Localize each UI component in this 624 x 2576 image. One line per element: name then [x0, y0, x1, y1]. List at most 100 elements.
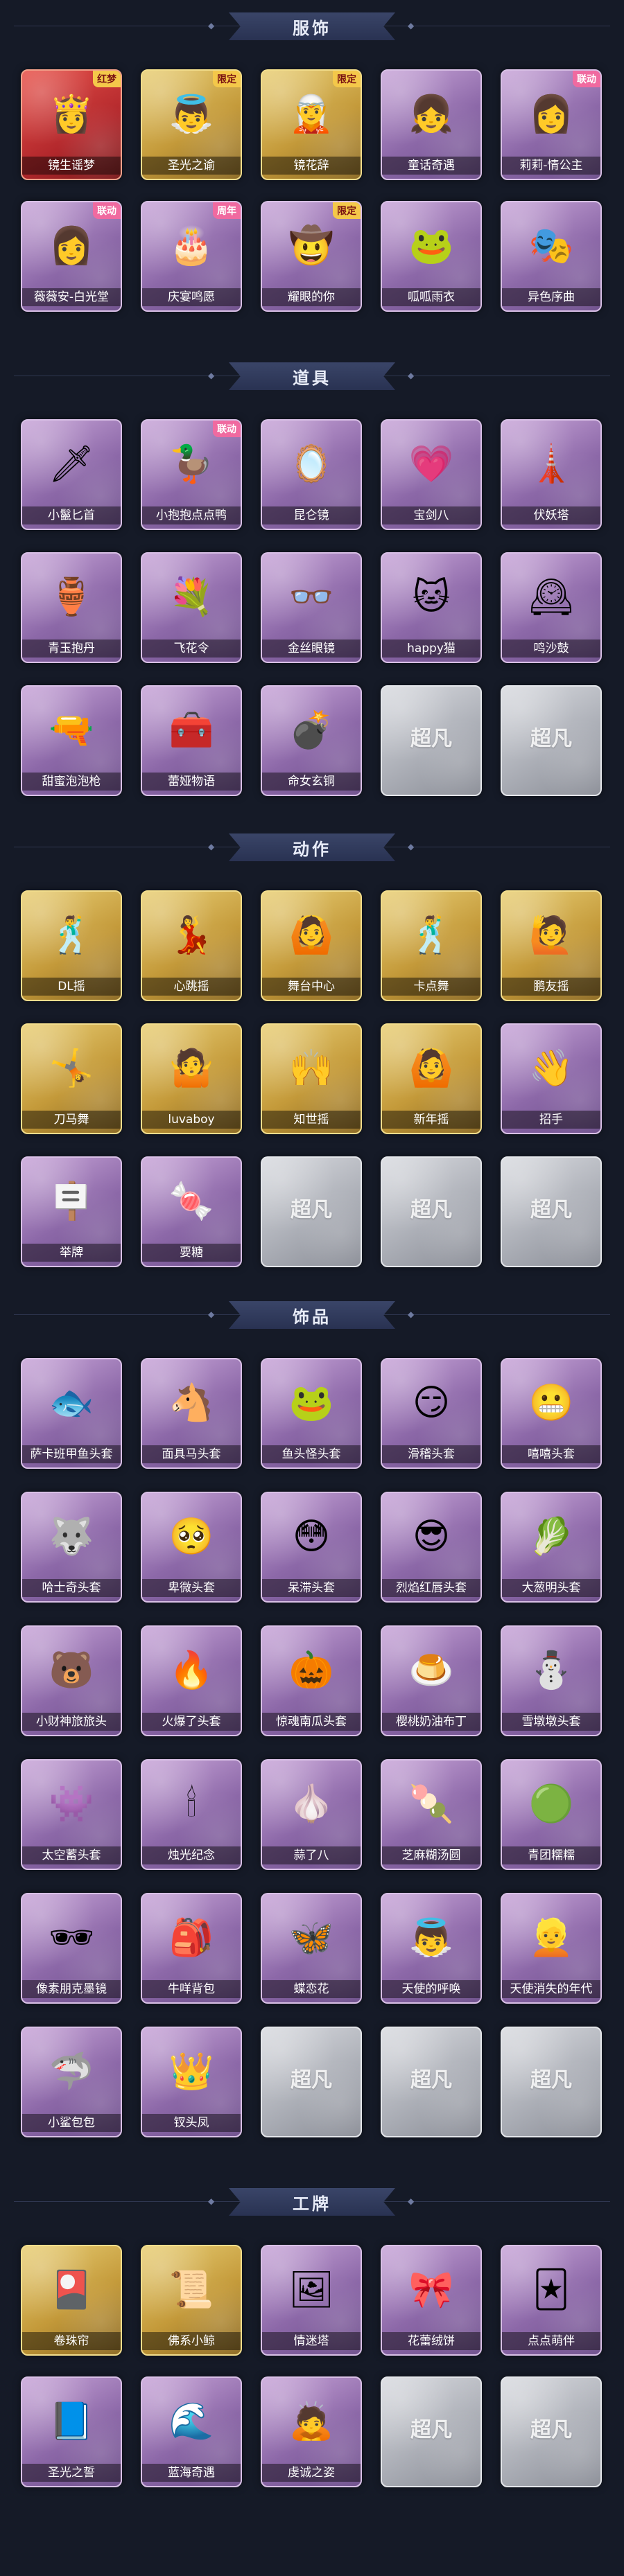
drum-clock-icon: 🕰 [528, 576, 574, 618]
locked-item-card[interactable]: 超凡 [381, 2027, 482, 2137]
item-card[interactable]: 🦆 小抱抱点点鸭 联动 [141, 419, 242, 530]
item-name: 甜蜜泡泡枪 [22, 773, 121, 791]
item-card[interactable]: 🕯 烛光纪念 [141, 1759, 242, 1870]
item-card[interactable]: 💣 命女玄铜 [261, 685, 362, 796]
item-card[interactable]: ⛄ 雪墩墩头套 [501, 1625, 602, 1736]
item-card[interactable]: 🐻 小财神旅旅头 [21, 1625, 122, 1736]
item-card[interactable]: 😎 烈焰红唇头套 [381, 1492, 482, 1603]
item-card[interactable]: 🔥 火爆了头套 [141, 1625, 242, 1736]
item-card[interactable]: 💐 飞花令 [141, 552, 242, 663]
item-card[interactable]: 🎂 庆宴鸣愿 周年 [141, 201, 242, 312]
item-card[interactable]: 🙋 鹏友摇 [501, 890, 602, 1001]
item-card[interactable]: 🥬 大葱明头套 [501, 1492, 602, 1603]
item-card[interactable]: 🥺 卑微头套 [141, 1492, 242, 1603]
item-card[interactable]: 🤸 刀马舞 [21, 1023, 122, 1134]
item-card[interactable]: 👑 钗头凤 [141, 2027, 242, 2137]
item-card[interactable]: 🐱 happy猫 [381, 552, 482, 663]
item-card[interactable]: 💃 心跳摇 [141, 890, 242, 1001]
locked-item-card[interactable]: 超凡 [501, 2376, 602, 2487]
horse-head-icon: 🐴 [168, 1382, 214, 1424]
item-card[interactable]: 🎀 花蕾绒饼 [381, 2245, 482, 2356]
item-card[interactable]: 🪞 昆仑镜 [261, 419, 362, 530]
item-card[interactable]: 🕶 像素朋克墨镜 [21, 1893, 122, 2004]
item-card[interactable]: 🐸 鱼头怪头套 [261, 1358, 362, 1469]
item-card[interactable]: 🍡 芝麻糊汤圆 [381, 1759, 482, 1870]
item-card[interactable]: 😏 滑稽头套 [381, 1358, 482, 1469]
item-card[interactable]: 👓 金丝眼镜 [261, 552, 362, 663]
item-card[interactable]: 🕺 DL摇 [21, 890, 122, 1001]
ornament-icon: ◆ [208, 842, 215, 852]
item-card[interactable]: 🙆 新年摇 [381, 1023, 482, 1134]
item-card[interactable]: 🦈 小鲨包包 [21, 2027, 122, 2137]
item-card[interactable]: 🪧 举牌 [21, 1156, 122, 1267]
item-card[interactable]: 🧄 蒜了八 [261, 1759, 362, 1870]
locked-item-card[interactable]: 超凡 [381, 685, 482, 796]
item-name: 烛光纪念 [142, 1846, 241, 1864]
item-card[interactable]: 🖼 情迷塔 [261, 2245, 362, 2356]
item-name: 飞花令 [142, 639, 241, 658]
locked-item-card[interactable]: 超凡 [381, 1156, 482, 1267]
item-card[interactable]: 📜 佛系小鲸 [141, 2245, 242, 2356]
item-card[interactable]: 👼 圣光之谕 限定 [141, 69, 242, 180]
item-card[interactable]: 🍮 樱桃奶油布丁 [381, 1625, 482, 1736]
item-card[interactable]: 🎒 牛咩背包 [141, 1893, 242, 2004]
locked-item-card[interactable]: 超凡 [501, 1156, 602, 1267]
item-card[interactable]: 🕰 鸣沙鼓 [501, 552, 602, 663]
item-card[interactable]: 🙌 知世摇 [261, 1023, 362, 1134]
locked-item-card[interactable]: 超凡 [261, 1156, 362, 1267]
glasses-icon: 👓 [288, 576, 334, 618]
item-card[interactable]: 🐺 哈士奇头套 [21, 1492, 122, 1603]
item-card[interactable]: 🔫 甜蜜泡泡枪 [21, 685, 122, 796]
item-card[interactable]: 🎃 惊魂南瓜头套 [261, 1625, 362, 1736]
locked-item-card[interactable]: 超凡 [501, 2027, 602, 2137]
badge-card-icon: 📘 [49, 2401, 94, 2442]
item-card[interactable]: 👩 莉莉-情公主 联动 [501, 69, 602, 180]
item-card[interactable]: 👧 童话奇遇 [381, 69, 482, 180]
item-card[interactable]: 😳 呆滞头套 [261, 1492, 362, 1603]
item-card[interactable]: 🌊 蓝海奇遇 [141, 2376, 242, 2487]
item-card[interactable]: 🍬 要糖 [141, 1156, 242, 1267]
mirror-icon: 🪞 [288, 443, 334, 485]
candy-figure-icon: 🍬 [168, 1181, 214, 1222]
item-card[interactable]: 🧰 蕾娅物语 [141, 685, 242, 796]
item-card[interactable]: 🙆 舞台中心 [261, 890, 362, 1001]
item-name: 莉莉-情公主 [502, 157, 600, 175]
item-card[interactable]: 🤠 耀眼的你 限定 [261, 201, 362, 312]
gothic-portrait-icon: 🎭 [528, 225, 574, 267]
item-card[interactable]: 🗡 小鬣匕首 [21, 419, 122, 530]
pixel-sunglasses-icon: 🕶 [48, 1917, 94, 1959]
item-card[interactable]: 🃏 点点萌伴 [501, 2245, 602, 2356]
item-card[interactable]: 📘 圣光之誓 [21, 2376, 122, 2487]
item-card[interactable]: 👾 太空蓄头套 [21, 1759, 122, 1870]
locked-item-card[interactable]: 超凡 [501, 685, 602, 796]
item-card[interactable]: 👸 镜生谣梦 红梦 [21, 69, 122, 180]
badge-card-icon: 🌊 [168, 2401, 214, 2442]
item-card[interactable]: 🧝 镜花辞 限定 [261, 69, 362, 180]
item-card[interactable]: 👼 天使的呼唤 [381, 1893, 482, 2004]
item-card[interactable]: 🙇 虔诚之姿 [261, 2376, 362, 2487]
item-card[interactable]: 🦋 蝶恋花 [261, 1893, 362, 2004]
locked-item-card[interactable]: 超凡 [261, 2027, 362, 2137]
item-card[interactable]: 🎭 异色序曲 [501, 201, 602, 312]
item-card[interactable]: 🟢 青团糯糯 [501, 1759, 602, 1870]
item-card[interactable]: 🕺 卡点舞 [381, 890, 482, 1001]
item-card[interactable]: 👩 薇薇安-白光堂 联动 [21, 201, 122, 312]
sad-face-icon: 🥺 [168, 1516, 214, 1558]
item-card[interactable]: 👱 天使消失的年代 [501, 1893, 602, 2004]
item-card[interactable]: 🐴 面具马头套 [141, 1358, 242, 1469]
butterfly-icon: 🦋 [288, 1917, 334, 1959]
item-card[interactable]: 👋 招手 [501, 1023, 602, 1134]
angel-portrait-icon: 👼 [168, 94, 214, 135]
item-card[interactable]: 🐟 萨卡班甲鱼头套 [21, 1358, 122, 1469]
item-card[interactable]: 😬 嘻嘻头套 [501, 1358, 602, 1469]
item-card[interactable]: 🎴 卷珠帘 [21, 2245, 122, 2356]
section-header: ◆ ◆ 工牌 [0, 2182, 624, 2221]
locked-item-card[interactable]: 超凡 [381, 2376, 482, 2487]
item-card[interactable]: 🤷 luvaboy [141, 1023, 242, 1134]
item-card[interactable]: 💗 宝剑八 [381, 419, 482, 530]
item-card[interactable]: 🗼 伏妖塔 [501, 419, 602, 530]
item-card[interactable]: 🐸 呱呱雨衣 [381, 201, 482, 312]
item-card[interactable]: 🏺 青玉抱丹 [21, 552, 122, 663]
ornament-icon: ◆ [208, 21, 215, 30]
section-title: 饰品 [293, 1307, 331, 1327]
